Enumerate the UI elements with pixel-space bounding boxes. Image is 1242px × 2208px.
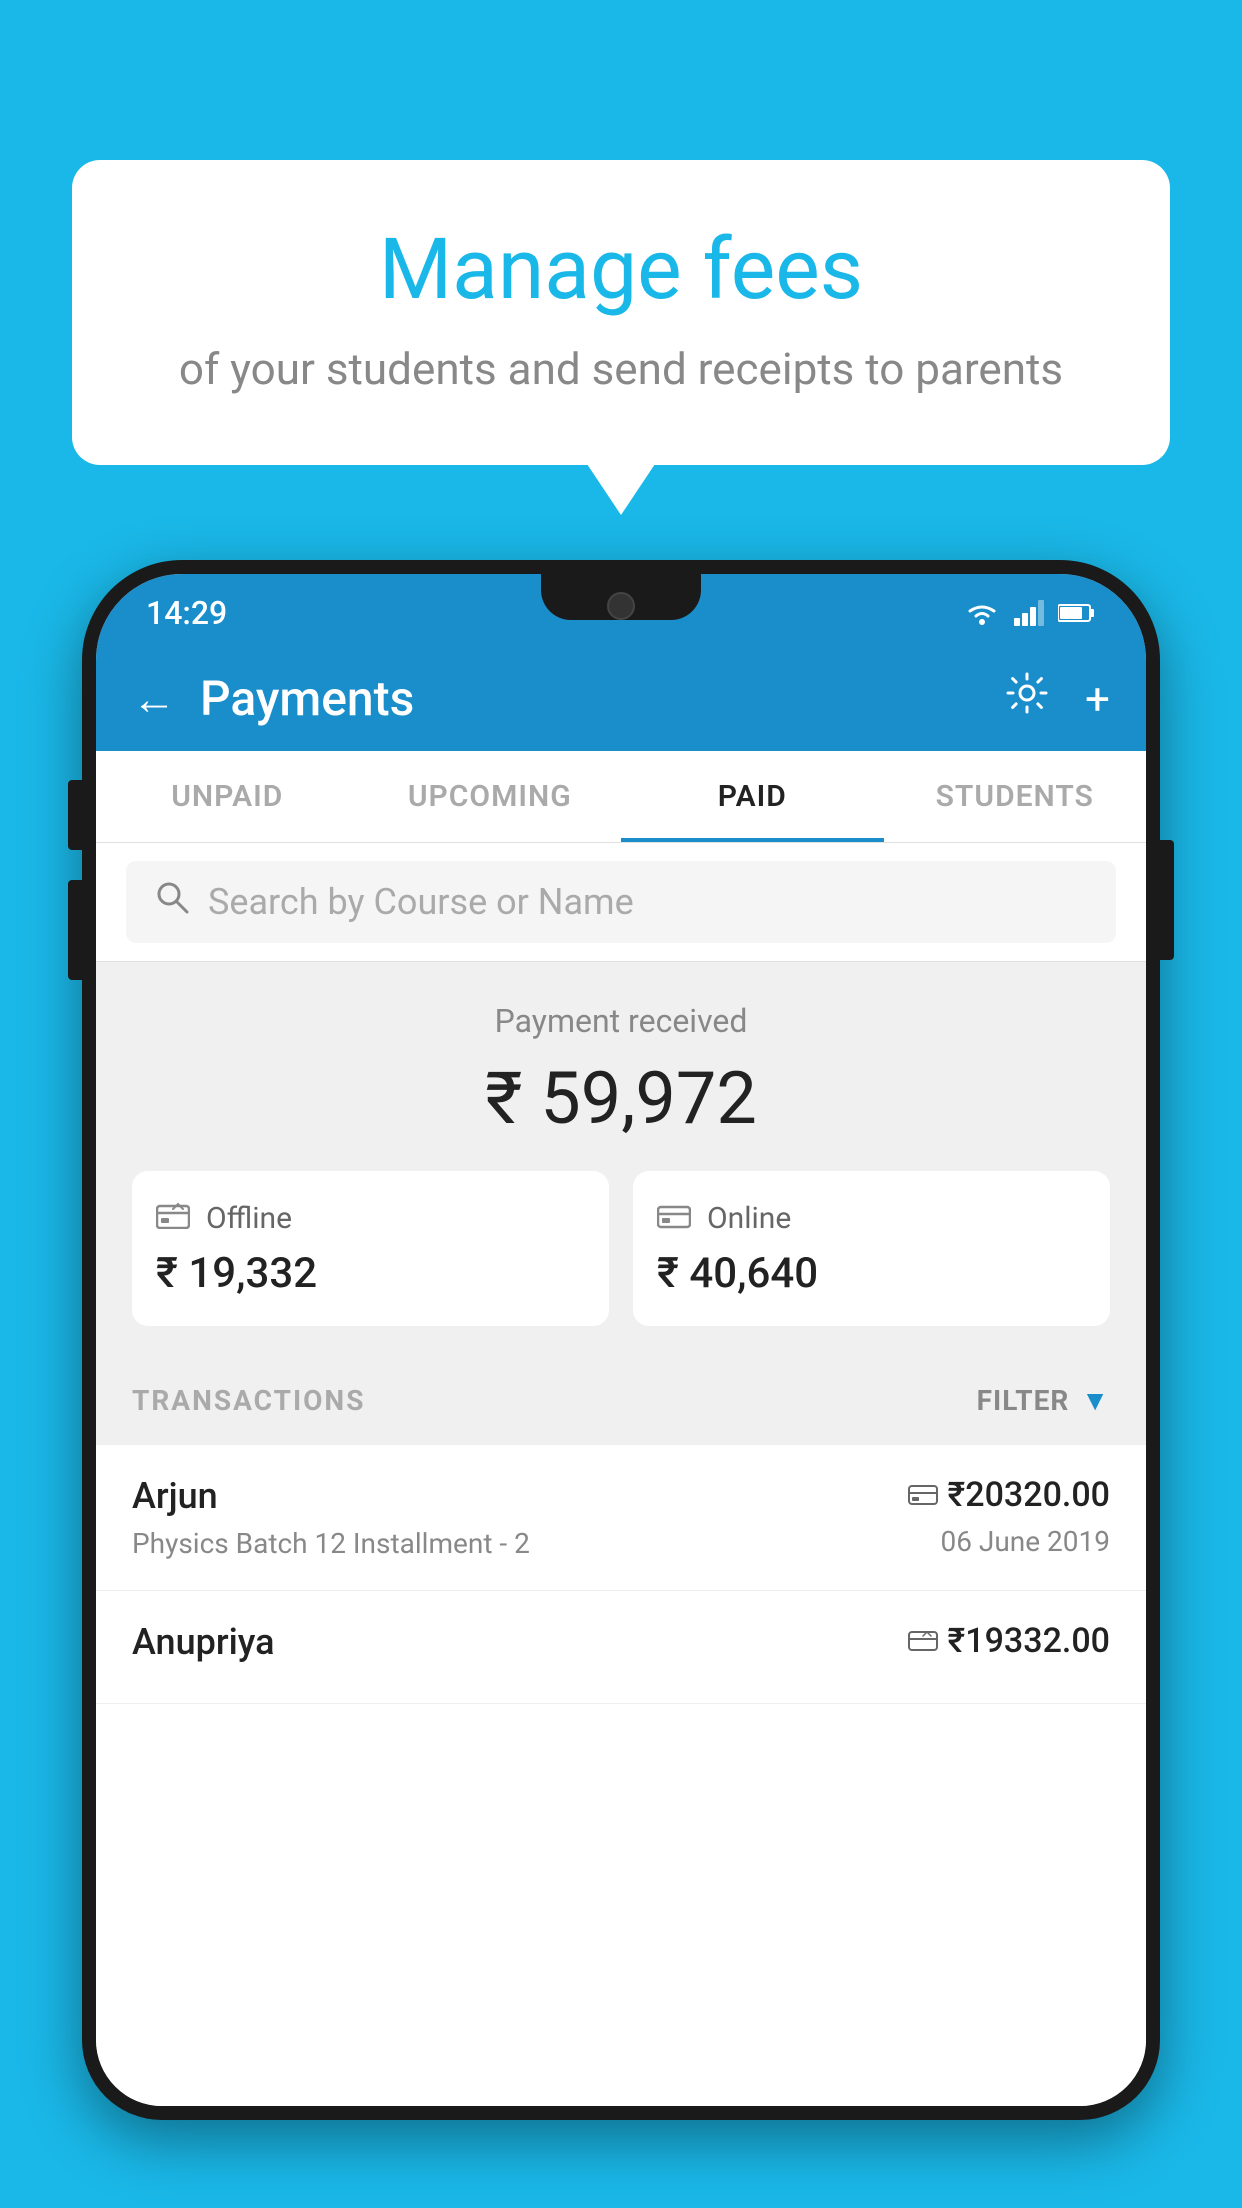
transaction-description: Physics Batch 12 Installment - 2 [132,1527,530,1560]
online-label: Online [707,1201,791,1236]
offline-amount: ₹ 19,332 [156,1249,585,1298]
header-title: Payments [200,670,414,727]
filter-icon: ▼ [1081,1384,1110,1417]
online-card-header: Online [657,1199,1086,1237]
filter-label: FILTER [977,1384,1070,1417]
app-header: ← Payments + [96,646,1146,751]
offline-label: Offline [206,1201,292,1236]
vol-down-button [68,880,82,980]
vol-up-button [68,780,82,850]
transaction-left: Anupriya [132,1621,275,1673]
transactions-header: TRANSACTIONS FILTER ▼ [96,1356,1146,1445]
battery-icon [1058,602,1096,624]
header-right: + [1005,671,1110,726]
status-time: 14:29 [146,594,227,632]
phone-camera [607,592,635,620]
add-button[interactable]: + [1085,673,1110,725]
transaction-amount: ₹20320.00 [908,1475,1110,1515]
transaction-amount: ₹19332.00 [908,1621,1110,1661]
back-button[interactable]: ← [132,673,176,725]
online-icon [657,1199,691,1237]
speech-bubble: Manage fees of your students and send re… [72,160,1170,465]
search-icon [154,879,190,925]
transaction-item[interactable]: Arjun Physics Batch 12 Installment - 2 [96,1445,1146,1591]
tab-paid[interactable]: PAID [621,751,884,842]
tab-students[interactable]: STUDENTS [884,751,1147,842]
header-left: ← Payments [132,670,414,727]
transaction-list: Arjun Physics Batch 12 Installment - 2 [96,1445,1146,2106]
transaction-item[interactable]: Anupriya ₹19332.0 [96,1591,1146,1704]
tabs-container: UNPAID UPCOMING PAID STUDENTS [96,751,1146,843]
offline-payment-card: Offline ₹ 19,332 [132,1171,609,1326]
offline-card-header: Offline [156,1199,585,1237]
payment-total-amount: ₹ 59,972 [132,1056,1110,1141]
phone-mockup: 14:29 [82,560,1160,2208]
filter-section[interactable]: FILTER ▼ [977,1384,1110,1417]
offline-icon [156,1199,190,1237]
transaction-right: ₹20320.00 06 June 2019 [908,1475,1110,1558]
payment-summary: Payment received ₹ 59,972 [96,962,1146,1356]
transaction-left: Arjun Physics Batch 12 Installment - 2 [132,1475,530,1560]
payment-cards: Offline ₹ 19,332 [132,1171,1110,1326]
phone-notch [541,574,701,620]
tab-upcoming[interactable]: UPCOMING [359,751,622,842]
transaction-right: ₹19332.00 [908,1621,1110,1671]
bubble-subtitle: of your students and send receipts to pa… [152,343,1090,395]
search-container: Search by Course or Name [96,843,1146,962]
transaction-name: Anupriya [132,1621,275,1663]
online-payment-card: Online ₹ 40,640 [633,1171,1110,1326]
power-button [1160,840,1174,960]
wifi-icon [964,599,1000,627]
status-icons [964,599,1096,627]
bubble-title: Manage fees [152,220,1090,319]
transaction-method-icon [908,1621,938,1661]
online-amount: ₹ 40,640 [657,1249,1086,1298]
phone-screen: 14:29 [96,574,1146,2106]
transaction-method-icon [908,1475,938,1515]
payment-received-label: Payment received [132,1002,1110,1040]
signal-icon [1014,600,1044,626]
search-placeholder: Search by Course or Name [208,881,634,923]
transaction-date: 06 June 2019 [908,1525,1110,1558]
transaction-name: Arjun [132,1475,530,1517]
transactions-label: TRANSACTIONS [132,1384,365,1417]
search-bar[interactable]: Search by Course or Name [126,861,1116,943]
tab-unpaid[interactable]: UNPAID [96,751,359,842]
settings-icon[interactable] [1005,671,1049,726]
